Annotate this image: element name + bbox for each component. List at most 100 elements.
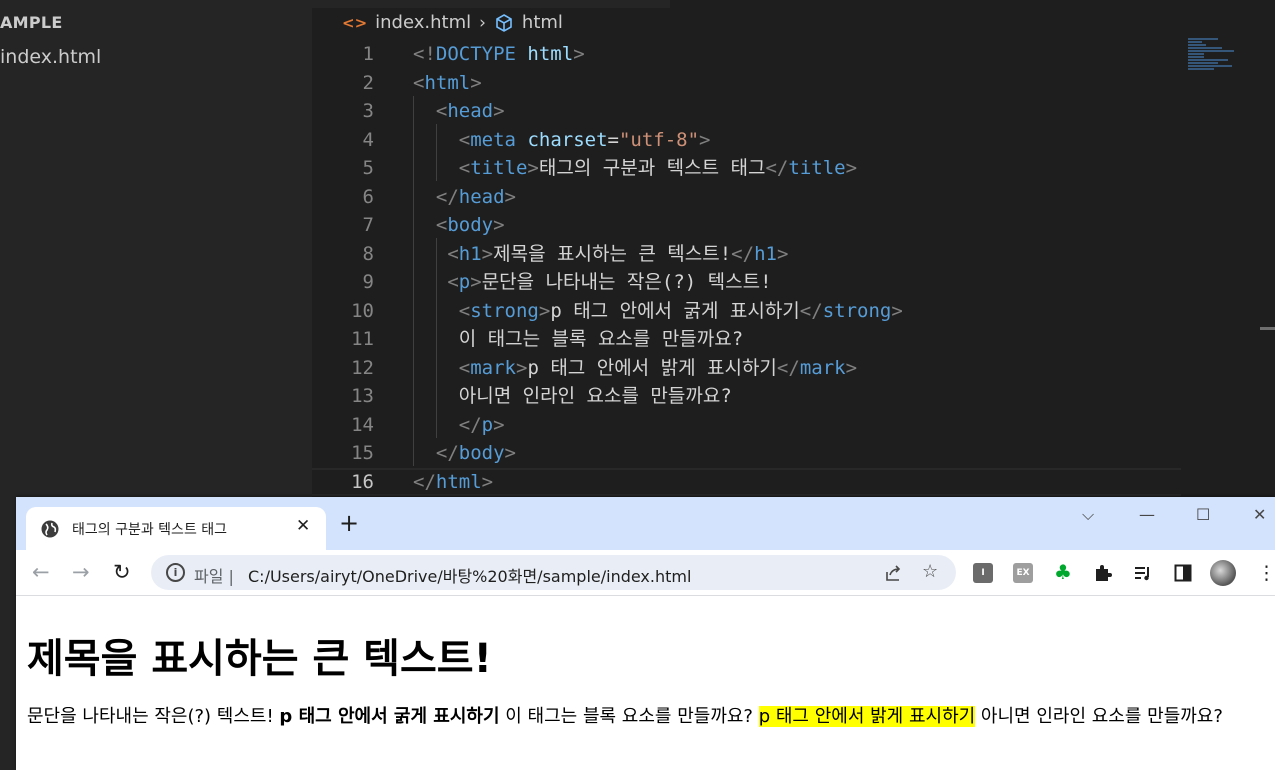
code-token: "utf-8": [618, 129, 700, 151]
line-number: 2: [362, 72, 374, 94]
line-source[interactable]: <meta charset="utf-8">: [413, 126, 711, 154]
code-token: <: [458, 129, 471, 151]
globe-icon: [41, 520, 59, 538]
line-number: 3: [362, 100, 374, 122]
code-token: meta: [470, 129, 516, 151]
line-source[interactable]: <!DOCTYPE html>: [413, 40, 585, 68]
profile-avatar[interactable]: [1210, 560, 1236, 586]
line-number: 8: [362, 243, 374, 265]
code-token: </: [413, 471, 436, 493]
code-token: >: [481, 471, 494, 493]
page-paragraph: 문단을 나타내는 작은(?) 텍스트! p 태그 안에서 굵게 표시하기 이 태…: [27, 703, 1272, 731]
code-token: <: [458, 357, 471, 379]
line-source[interactable]: <p>문단을 나타내는 작은(?) 텍스트!: [413, 268, 772, 296]
code-token: </: [458, 414, 482, 436]
reload-icon[interactable]: ↻: [113, 560, 131, 584]
line-source[interactable]: <strong>p 태그 안에서 굵게 표시하기</strong>: [413, 297, 903, 325]
code-token: <: [435, 100, 448, 122]
code-token: title: [470, 157, 528, 179]
side-panel-icon[interactable]: [1173, 563, 1193, 583]
browser-window: 태그의 구분과 텍스트 태그 ✕ + ⌵ — ☐ ✕ ← → ↻ i 파일 | …: [16, 497, 1275, 770]
code-token: >: [538, 300, 551, 322]
back-icon[interactable]: ←: [32, 560, 50, 584]
explorer-folder-name[interactable]: AMPLE: [0, 13, 63, 32]
line-source[interactable]: 아니면 인라인 요소를 만들까요?: [413, 382, 732, 410]
menu-kebab-icon[interactable]: ⋮: [1257, 562, 1275, 584]
url-scheme-label: 파일 |: [194, 567, 234, 586]
url-text[interactable]: C:/Users/airyt/OneDrive/바탕%20화면/sample/i…: [248, 563, 691, 587]
browser-tab[interactable]: 태그의 구분과 텍스트 태그 ✕: [26, 507, 326, 550]
code-token: >: [515, 357, 528, 379]
line-source[interactable]: <head>: [413, 97, 505, 125]
line-number: 9: [362, 271, 374, 293]
code-token: >: [845, 357, 858, 379]
line-source[interactable]: <mark>p 태그 안에서 밝게 표시하기</mark>: [413, 354, 857, 382]
share-icon[interactable]: [884, 563, 904, 583]
code-token: 문단을 나타내는 작은(?) 텍스트!: [481, 271, 772, 293]
line-source[interactable]: <h1>제목을 표시하는 큰 텍스트!</h1>: [413, 240, 788, 268]
minimap[interactable]: [1188, 38, 1238, 74]
info-icon[interactable]: i: [166, 563, 185, 582]
extension-ex-icon[interactable]: EX: [1013, 563, 1033, 583]
code-token: </: [435, 442, 459, 464]
code-token: body: [447, 214, 494, 236]
explorer-file-index[interactable]: index.html: [0, 46, 101, 68]
code-token: 아니면 인라인 요소를 만들까요?: [413, 385, 732, 407]
cube-symbol-icon: [496, 13, 512, 32]
line-source[interactable]: <html>: [413, 69, 482, 97]
line-source[interactable]: </body>: [413, 439, 516, 467]
code-token: </: [776, 357, 800, 379]
extension-i-icon[interactable]: I: [973, 563, 993, 583]
strong-text: p 태그 안에서 굵게 표시하기: [279, 706, 500, 727]
code-token: h1: [754, 243, 777, 265]
line-number: 7: [362, 214, 374, 236]
maximize-icon[interactable]: ☐: [1196, 505, 1210, 524]
code-token: >: [504, 186, 516, 208]
close-window-icon[interactable]: ✕: [1253, 505, 1266, 524]
code-token: >: [891, 300, 903, 322]
code-token: strong: [470, 300, 539, 322]
close-tab-icon[interactable]: ✕: [296, 516, 310, 536]
line-source[interactable]: 이 태그는 블록 요소를 만들까요?: [413, 325, 743, 353]
code-token: p 태그 안에서 밝게 표시하기: [527, 357, 777, 379]
code-editor[interactable]: <> index.html › html 1 <!DOCTYPE html> 2 <h…: [312, 0, 1275, 500]
code-token: <: [458, 157, 471, 179]
line-source[interactable]: <body>: [413, 211, 505, 239]
breadcrumb: <> index.html › html: [342, 12, 563, 33]
page-heading: 제목을 표시하는 큰 텍스트!: [27, 636, 492, 682]
forward-icon[interactable]: →: [72, 560, 90, 584]
bookmark-star-icon[interactable]: ☆: [922, 561, 938, 582]
minimize-icon[interactable]: —: [1139, 505, 1155, 524]
line-number: 11: [351, 328, 374, 350]
new-tab-button[interactable]: +: [339, 511, 359, 535]
line-source[interactable]: </html>: [413, 468, 493, 496]
scrollbar[interactable]: [1260, 327, 1275, 330]
tab-search-dropdown-icon[interactable]: ⌵: [1082, 505, 1094, 525]
code-token: >: [504, 442, 516, 464]
evernote-icon[interactable]: ♣: [1053, 562, 1073, 583]
line-source[interactable]: </head>: [413, 183, 516, 211]
line-source[interactable]: </p>: [413, 411, 505, 439]
extensions-puzzle-icon[interactable]: [1093, 563, 1113, 583]
address-bar[interactable]: i 파일 | C:/Users/airyt/OneDrive/바탕%20화면/s…: [151, 555, 956, 590]
code-token: body: [458, 442, 505, 464]
code-token: 태그의 구분과 텍스트 태그: [538, 157, 766, 179]
line-source[interactable]: <title>태그의 구분과 텍스트 태그</title>: [413, 154, 857, 182]
line-number: 14: [351, 414, 374, 436]
code-token: >: [493, 100, 505, 122]
html-file-icon: <>: [342, 13, 368, 32]
code-token: html: [424, 72, 471, 94]
breadcrumb-symbol[interactable]: html: [522, 12, 563, 33]
media-controls-icon[interactable]: [1133, 563, 1153, 583]
code-token: p: [481, 414, 494, 436]
code-token: title: [788, 157, 846, 179]
breadcrumb-file[interactable]: index.html: [375, 12, 471, 33]
